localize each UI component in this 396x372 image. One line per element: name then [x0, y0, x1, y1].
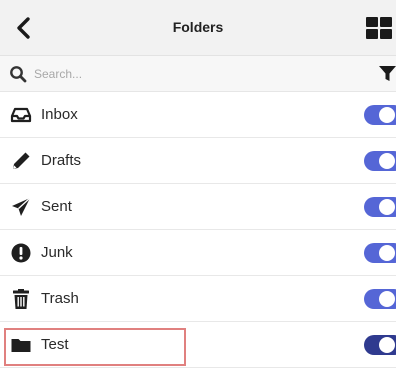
folder-toggle-inbox[interactable] [364, 105, 396, 125]
folder-row-test[interactable]: Test [0, 322, 396, 368]
toggle-knob [379, 245, 395, 261]
trash-icon [13, 289, 29, 309]
pencil-icon [13, 152, 30, 169]
filter-button[interactable] [379, 66, 396, 82]
folder-label: Trash [41, 290, 79, 307]
folder-toggle-trash[interactable] [364, 289, 396, 309]
toggle-knob [379, 153, 395, 169]
toggle-knob [379, 291, 395, 307]
toggle-knob [379, 107, 395, 123]
folder-label: Sent [41, 198, 72, 215]
inbox-icon [10, 107, 32, 123]
exclamation-circle-icon [11, 243, 31, 263]
grid-view-icon [366, 17, 392, 39]
folder-label: Test [41, 336, 69, 353]
toggle-knob [379, 199, 395, 215]
folder-toggle-drafts[interactable] [364, 151, 396, 171]
paper-plane-icon [12, 197, 31, 216]
folder-row-drafts[interactable]: Drafts [0, 138, 396, 184]
header-bar: Folders [0, 0, 396, 56]
folder-toggle-test[interactable] [364, 335, 396, 355]
grid-view-button[interactable] [366, 17, 396, 41]
folder-row-sent[interactable]: Sent [0, 184, 396, 230]
folder-list: Inbox Drafts Sent Junk Trash Test [0, 92, 396, 368]
folder-label: Inbox [41, 106, 78, 123]
folder-row-junk[interactable]: Junk [0, 230, 396, 276]
page-title: Folders [172, 19, 224, 35]
folder-label: Drafts [41, 152, 82, 169]
search-input[interactable] [34, 63, 334, 85]
folder-label: Junk [41, 244, 73, 261]
folder-toggle-junk[interactable] [364, 243, 396, 263]
folder-icon [11, 339, 31, 352]
folder-toggle-sent[interactable] [364, 197, 396, 217]
filter-icon [379, 66, 396, 81]
search-icon [10, 66, 27, 83]
folder-row-trash[interactable]: Trash [0, 276, 396, 322]
folder-row-inbox[interactable]: Inbox [0, 92, 396, 138]
toggle-knob [379, 337, 395, 353]
search-bar [0, 56, 396, 92]
